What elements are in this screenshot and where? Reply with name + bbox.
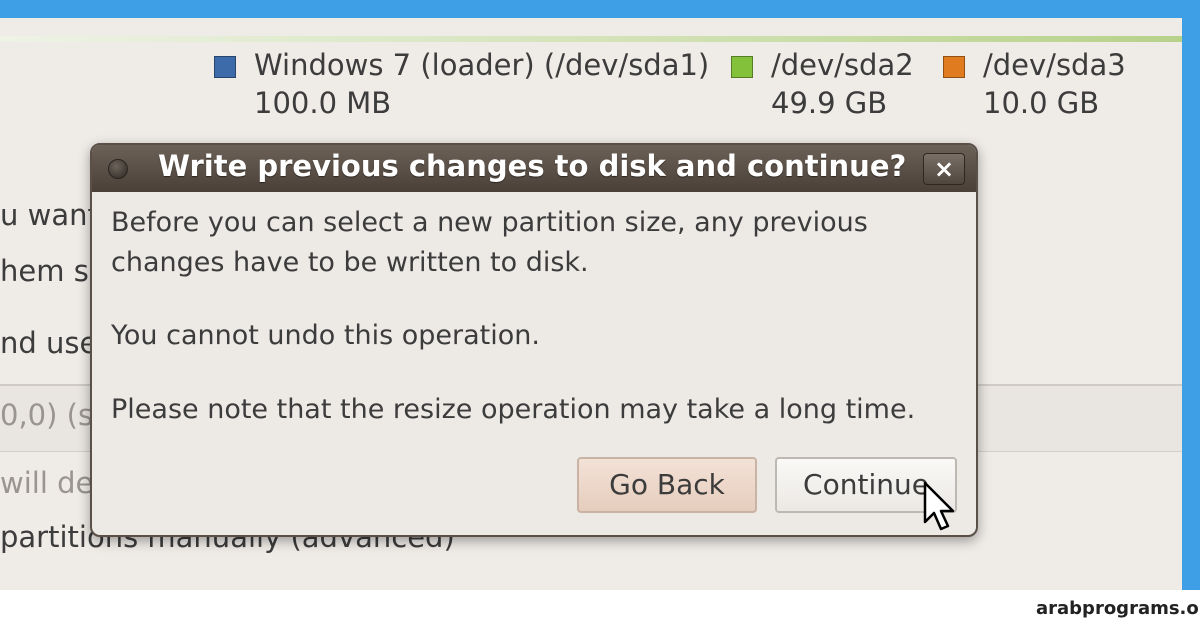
sda2-name: /dev/sda2 — [771, 48, 914, 82]
sda1-size: 100.0 MB — [254, 86, 392, 120]
dialog-note-text: Please note that the resize operation ma… — [111, 394, 916, 425]
close-button[interactable]: × — [923, 153, 965, 185]
watermark: arabprograms.org — [1036, 598, 1200, 619]
mouse-cursor-icon — [923, 481, 955, 531]
partition-bar-edge — [0, 36, 1182, 42]
window-menu-icon[interactable] — [108, 159, 128, 179]
background-disk-text: 0,0) (s — [0, 398, 94, 432]
dialog-message-line: changes have to be written to disk. — [111, 247, 589, 278]
dialog-message-line: Before you can select a new partition si… — [111, 207, 868, 238]
go-back-button[interactable]: Go Back — [577, 457, 757, 513]
top-frame-band — [0, 0, 1200, 18]
dialog-title: Write previous changes to disk and conti… — [158, 149, 907, 183]
confirm-dialog: Write previous changes to disk and conti… — [90, 143, 978, 537]
background-option-text: hem si — [0, 254, 97, 288]
sda3-size: 10.0 GB — [983, 86, 1100, 120]
sda1-color-swatch — [214, 56, 236, 78]
background-hint-text: will de — [0, 466, 94, 500]
right-frame-band — [1182, 0, 1200, 590]
sda1-name: Windows 7 (loader) (/dev/sda1) — [254, 48, 710, 82]
sda2-size: 49.9 GB — [771, 86, 888, 120]
sda3-name: /dev/sda3 — [983, 48, 1126, 82]
sda3-color-swatch — [943, 56, 965, 78]
dialog-warning-text: You cannot undo this operation. — [111, 320, 540, 351]
background-option-text: u want — [0, 198, 99, 232]
background-option-text: nd use — [0, 326, 98, 360]
dialog-titlebar[interactable]: Write previous changes to disk and conti… — [92, 145, 976, 192]
sda2-color-swatch — [731, 56, 753, 78]
